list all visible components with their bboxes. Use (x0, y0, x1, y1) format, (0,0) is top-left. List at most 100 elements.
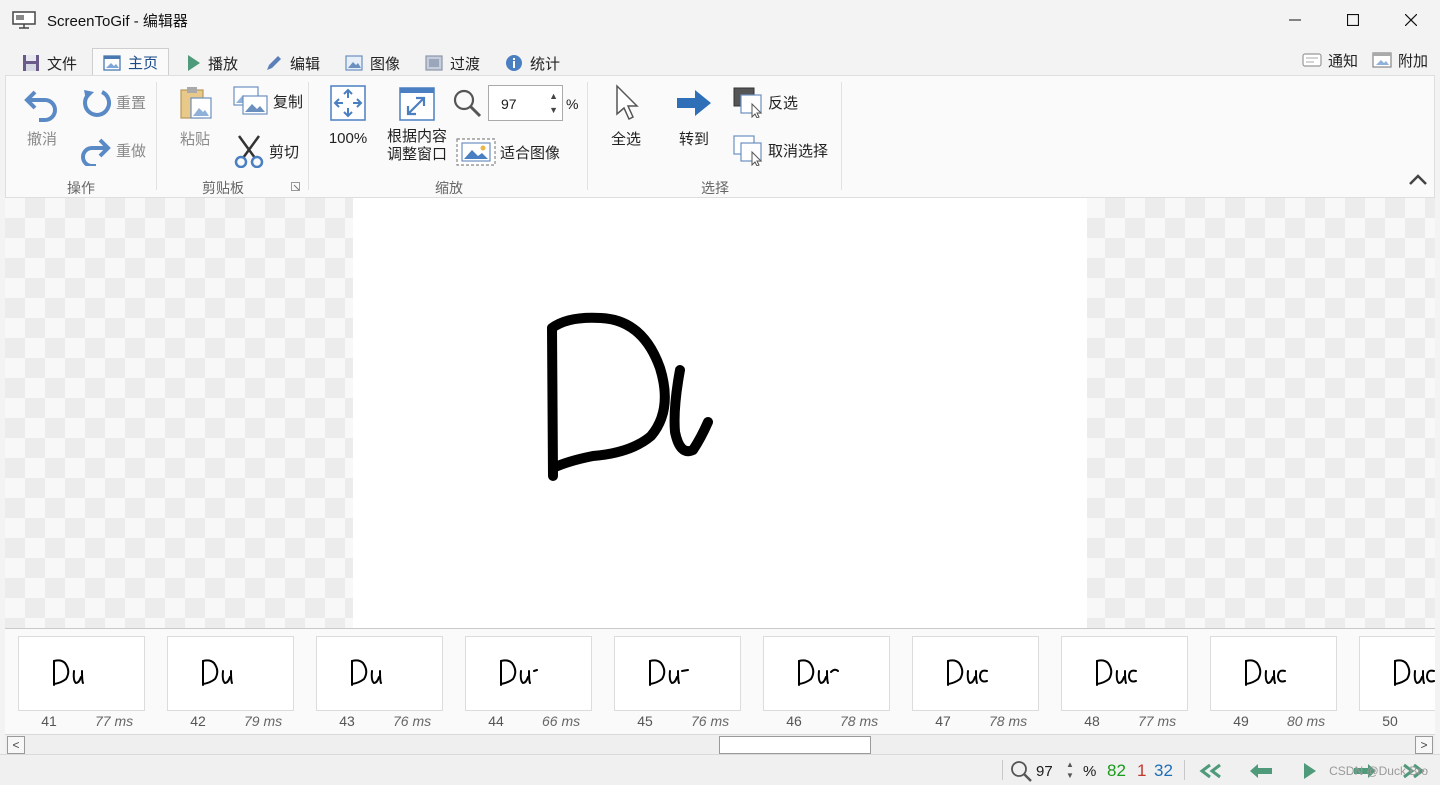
frame-thumbnail[interactable] (465, 636, 592, 711)
spin-up-icon[interactable]: ▲ (549, 89, 558, 103)
maximize-button[interactable] (1324, 0, 1382, 40)
cut-label: 剪切 (269, 143, 300, 161)
close-button[interactable] (1382, 0, 1440, 40)
frame-delay: 76 ms (393, 713, 432, 729)
window-title: ScreenToGif - 编辑器 (47, 12, 188, 30)
dialog-launcher-icon[interactable] (291, 182, 300, 191)
scroll-left-button[interactable]: < (7, 736, 25, 754)
extras-button[interactable]: 附加 (1372, 46, 1428, 74)
frame-thumbnail[interactable] (167, 636, 294, 711)
notifications-label: 通知 (1328, 52, 1359, 70)
frame-thumbnail[interactable] (912, 636, 1039, 711)
notifications-button[interactable]: 通知 (1302, 46, 1358, 74)
frame-thumbnail[interactable] (614, 636, 741, 711)
tab-home[interactable]: 主页 (92, 48, 170, 77)
frame-thumbnail-drawing (500, 659, 538, 686)
frame-number: 48 (1084, 713, 1100, 729)
status-zoom-value[interactable]: 97 (1036, 763, 1053, 780)
frame-thumbnail-drawing (351, 659, 382, 686)
frames-scrollbar[interactable]: < > (5, 734, 1435, 754)
deselect-button[interactable]: 取消选择 (732, 134, 828, 166)
status-zoom-spinner[interactable]: ▲ ▼ (1066, 759, 1074, 781)
spin-down-icon[interactable]: ▼ (549, 103, 558, 117)
group-label-select: 选择 (701, 180, 729, 196)
redo-button[interactable]: 重做 (80, 134, 146, 166)
frame-number: 42 (190, 713, 206, 729)
frame-thumbnail[interactable] (1210, 636, 1337, 711)
play-icon[interactable] (1302, 761, 1318, 781)
extras-icon (1372, 52, 1392, 68)
frame-thumbnail[interactable] (316, 636, 443, 711)
deselect-icon (733, 135, 763, 166)
go-to-button[interactable]: 转到 (672, 84, 716, 149)
inverse-select-icon (733, 87, 763, 118)
undo-label: 撤消 (26, 131, 57, 148)
cut-button[interactable]: 剪切 (233, 134, 299, 168)
zoom-unit: % (566, 96, 579, 112)
minimize-button[interactable] (1266, 0, 1324, 40)
tab-edit[interactable]: 编辑 (265, 49, 320, 77)
frame-count: 82 (1107, 761, 1126, 780)
fit-image-label: 适合图像 (500, 144, 561, 162)
redo-icon (81, 138, 111, 166)
frame-thumbnail-drawing (947, 659, 988, 686)
scroll-thumb[interactable] (719, 736, 871, 754)
frame-number: 50 (1382, 713, 1398, 729)
reset-button[interactable]: 重置 (80, 86, 146, 118)
zoom-100-button[interactable]: 100% (324, 84, 372, 147)
previous-frame-icon[interactable] (1248, 763, 1274, 779)
tab-image[interactable]: 图像 (345, 49, 400, 77)
frame-delay: 77 ms (1138, 713, 1177, 729)
ribbon-tabs: 文件 主页 播放 编辑 图像 过渡 统计 通知 附加 (0, 46, 1440, 77)
tab-file[interactable]: 文件 (22, 49, 77, 77)
frame-thumbnail[interactable] (763, 636, 890, 711)
frames-strip: 41 77 ms 42 79 ms 43 76 ms 44 66 ms 45 7… (5, 628, 1435, 734)
current-frame-canvas[interactable] (353, 198, 1087, 628)
tab-transition[interactable]: 过渡 (425, 49, 480, 77)
frame-number: 41 (41, 713, 57, 729)
fit-window-label-2: 调整窗口 (386, 146, 447, 163)
inverse-select-label: 反选 (768, 94, 799, 112)
paste-button[interactable]: 粘贴 (174, 84, 216, 149)
tab-label: 过渡 (450, 55, 481, 73)
select-all-button[interactable]: 全选 (604, 84, 648, 149)
zoom-spinner[interactable]: ▲ ▼ (549, 89, 558, 117)
frame-thumbnail[interactable] (18, 636, 145, 711)
maximize-icon (1347, 14, 1359, 26)
copy-button[interactable]: 复制 (233, 86, 303, 116)
notification-icon (1302, 53, 1322, 67)
reset-icon (83, 90, 111, 117)
spin-up-icon[interactable]: ▲ (1066, 759, 1074, 770)
inverse-select-button[interactable]: 反选 (732, 86, 798, 118)
fit-window-button[interactable]: 根据内容 调整窗口 (384, 84, 450, 164)
frame-number: 49 (1233, 713, 1249, 729)
frame-thumbnail-drawing (649, 659, 689, 686)
frame-thumbnail-drawing (1096, 659, 1137, 686)
scroll-right-button[interactable]: > (1415, 736, 1433, 754)
frame-delay: 76 ms (691, 713, 730, 729)
status-separator (1184, 760, 1185, 780)
undo-icon (24, 90, 57, 122)
group-separator (308, 82, 309, 190)
group-separator (841, 82, 842, 190)
fit-window-icon (399, 87, 435, 121)
group-label-clipboard: 剪贴板 (202, 180, 244, 196)
spin-down-icon[interactable]: ▼ (1066, 770, 1074, 781)
first-frame-icon[interactable] (1196, 763, 1224, 779)
collapse-ribbon-icon[interactable] (1408, 172, 1428, 186)
frame-delay: 78 ms (989, 713, 1028, 729)
frame-number: 46 (786, 713, 802, 729)
tab-playback[interactable]: 播放 (187, 49, 238, 77)
status-separator (1002, 760, 1003, 780)
frame-thumbnail[interactable] (1359, 636, 1435, 711)
frame-thumbnail[interactable] (1061, 636, 1188, 711)
frame-delay: 78 ms (840, 713, 879, 729)
frame-number: 45 (637, 713, 653, 729)
tab-statistics[interactable]: 统计 (505, 49, 560, 77)
fit-image-button[interactable]: 适合图像 (456, 138, 560, 166)
fit-window-label-1: 根据内容 (386, 128, 447, 145)
undo-button[interactable]: 撤消 (21, 84, 63, 149)
status-bar: 97 ▲ ▼ % 82 1 32 CSDN @Duck Bro (0, 754, 1440, 785)
zoom-input[interactable]: 97 ▲ ▼ (488, 85, 563, 121)
frame-delay: 77 ms (95, 713, 134, 729)
